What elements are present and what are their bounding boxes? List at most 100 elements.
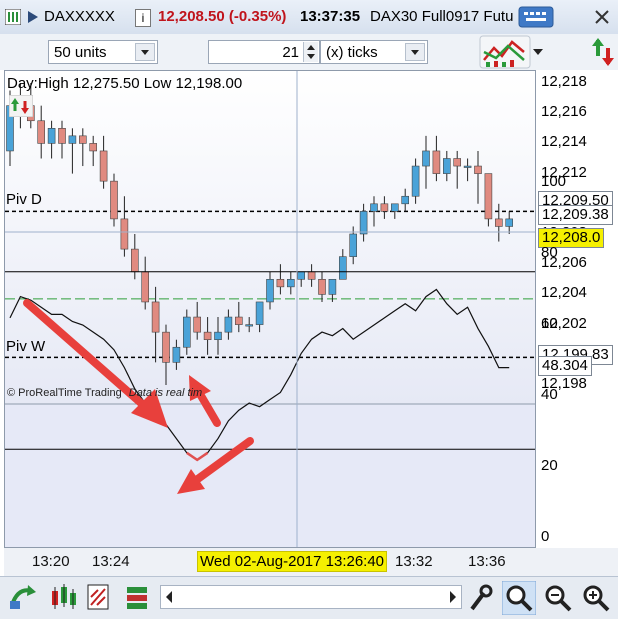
candle: [162, 331, 170, 363]
ticks-unit-select[interactable]: (x) ticks: [320, 40, 428, 64]
candle: [463, 165, 472, 168]
scroll-left-icon[interactable]: [164, 590, 174, 604]
clock-time: 13:37:35: [300, 8, 361, 25]
symbol-label[interactable]: DAXXXXX: [44, 8, 115, 25]
candle: [442, 158, 451, 174]
refresh-icon[interactable]: [592, 36, 614, 68]
candle: [349, 233, 358, 257]
price-change: 12,208.50 (-0.35%): [158, 8, 287, 25]
candle: [370, 203, 378, 212]
candle: [338, 256, 347, 280]
candle: [266, 279, 274, 303]
time-axis[interactable]: 13:20 13:24 Wed 02-Aug-2017 13:26:40 13:…: [4, 548, 618, 576]
candle: [224, 316, 233, 333]
candle: [245, 324, 253, 327]
candle: [494, 218, 503, 227]
ticks-value: 21: [282, 44, 299, 61]
indicator-value-box: 48.304: [538, 355, 592, 376]
candle: [328, 279, 337, 295]
candle: [297, 271, 306, 280]
indicator-tick-label: 20: [541, 457, 558, 474]
refresh-icon[interactable]: [9, 95, 33, 117]
chart-export-icon[interactable]: [8, 583, 38, 611]
candle: [68, 135, 77, 144]
candle: [307, 271, 316, 280]
candle: [151, 301, 160, 333]
indicator-tick-label: 0: [541, 528, 550, 545]
time-label: 13:36: [468, 553, 506, 570]
candle: [255, 301, 264, 325]
candle: [318, 279, 326, 295]
last-price-box: 12,209.38: [538, 205, 613, 226]
indicator-tick-label: 40: [541, 386, 558, 403]
candle-style-icon[interactable]: [48, 583, 78, 611]
indicator-tick-label: 100: [541, 173, 567, 190]
candle: [286, 279, 295, 288]
indicator-icon[interactable]: [86, 583, 112, 611]
candle: [505, 218, 514, 227]
candle: [401, 195, 410, 205]
candle: [47, 127, 56, 144]
ticks-unit-value: (x) ticks: [326, 44, 378, 61]
units-select[interactable]: 50 units: [48, 40, 158, 64]
scroll-right-icon[interactable]: [448, 590, 458, 604]
candle: [474, 165, 482, 174]
candle: [235, 316, 243, 325]
data-note: Data is real tim: [128, 387, 203, 399]
watermark-text: © ProRealTime Trading: [7, 387, 122, 399]
ticks-input[interactable]: 21: [208, 40, 320, 64]
candle: [484, 173, 493, 220]
day-range-text: Day:High 12,275.50 Low 12,198.00: [7, 75, 243, 92]
candle: [422, 150, 430, 167]
price-chart[interactable]: [5, 71, 535, 547]
units-value: 50 units: [54, 44, 107, 61]
price-axis[interactable]: 12,21812,21612,21412,21212,21012,20812,2…: [536, 70, 618, 548]
horizontal-scrollbar[interactable]: [160, 585, 462, 609]
zoom-select-icon[interactable]: [502, 581, 536, 615]
candle: [58, 127, 66, 144]
candle: [141, 271, 149, 303]
zoom-out-icon[interactable]: [543, 583, 573, 613]
keyboard-icon[interactable]: [518, 6, 554, 28]
pivot-w-label: Piv W: [6, 338, 46, 355]
chart-panel[interactable]: Day:High 12,275.50 Low 12,198.00 Piv D P…: [4, 70, 536, 548]
time-label: 13:32: [395, 553, 433, 570]
candle: [172, 346, 181, 363]
indicator-tick-label: 80: [541, 244, 558, 261]
candle: [99, 150, 108, 182]
price-tick-label: 12,214: [541, 133, 587, 151]
candle: [214, 331, 222, 340]
price-tick-label: 12,216: [541, 103, 587, 121]
chevron-down-icon[interactable]: [405, 43, 425, 61]
candle: [110, 180, 118, 220]
candle: [193, 316, 201, 333]
zoom-in-icon[interactable]: [581, 583, 611, 613]
grid-icon[interactable]: [5, 9, 21, 25]
ticks-stepper[interactable]: [303, 42, 318, 62]
instrument-name: DAX30 Full0917 Futu: [370, 8, 514, 25]
candle: [203, 331, 212, 340]
candle: [276, 279, 285, 288]
time-label: 13:20: [32, 553, 70, 570]
indicator-panel-bg: [5, 404, 535, 547]
drawing-tools-icon[interactable]: [124, 583, 152, 611]
candle: [390, 203, 399, 212]
title-bar: DAXXXXX i 12,208.50 (-0.35%) 13:37:35 DA…: [0, 0, 618, 35]
candle: [120, 218, 129, 250]
candle: [380, 203, 389, 212]
price-tick-label: 12,218: [541, 73, 587, 90]
candle: [432, 150, 441, 174]
crosshair-time-label: Wed 02-Aug-2017 13:26:40: [197, 551, 388, 572]
candle: [453, 158, 462, 167]
close-icon[interactable]: [593, 8, 611, 26]
chart-type-icon[interactable]: [478, 34, 546, 70]
candle: [89, 143, 97, 152]
tools-icon[interactable]: [466, 583, 494, 613]
chevron-down-icon[interactable]: [135, 43, 155, 61]
bottom-toolbar: [0, 576, 618, 619]
indicator-tick-label: 60: [541, 315, 558, 332]
info-icon[interactable]: i: [135, 9, 151, 27]
candle: [183, 316, 191, 348]
play-icon[interactable]: [27, 11, 39, 23]
candle: [37, 120, 46, 144]
